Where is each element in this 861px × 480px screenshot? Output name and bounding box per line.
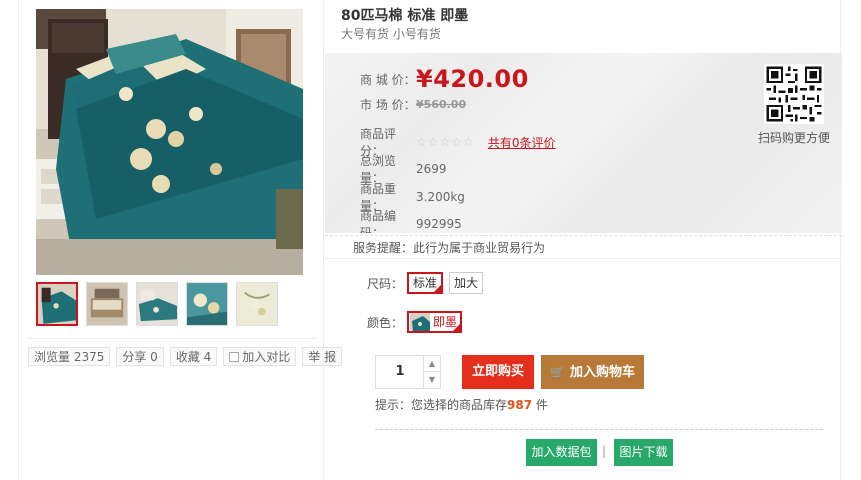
- thumbnail-4[interactable]: [186, 282, 228, 326]
- compare-checkbox[interactable]: [229, 351, 240, 362]
- stock-count: 987: [507, 398, 533, 412]
- quantity-buttons: ▲ ▼: [423, 356, 440, 388]
- product-page: 浏览量 2375 分享 0 收藏 4 加入对比 举 报 80匹马棉 标准 即墨 …: [18, 0, 842, 480]
- star-icon: ☆: [427, 135, 439, 149]
- actions-divider: [375, 429, 823, 430]
- decrement-icon[interactable]: ▼: [424, 372, 440, 388]
- thumbnail-5[interactable]: [236, 282, 278, 326]
- gallery-column: 浏览量 2375 分享 0 收藏 4 加入对比 举 报: [19, 0, 343, 480]
- add-package-button[interactable]: 加入数据包: [526, 439, 597, 466]
- stock-availability: 大号有货 小号有货: [341, 27, 441, 41]
- compare-label: 加入对比: [242, 349, 291, 364]
- buy-now-button[interactable]: 立即购买: [462, 355, 534, 389]
- share-button[interactable]: 分享 0: [116, 347, 164, 366]
- market-price: ¥560.00: [416, 98, 467, 111]
- report-button[interactable]: 举 报: [302, 347, 343, 366]
- compare-toggle[interactable]: 加入对比: [223, 347, 297, 366]
- qr-code: [764, 64, 824, 124]
- stats-bar: 浏览量 2375 分享 0 收藏 4 加入对比 举 报: [28, 347, 343, 366]
- code-value: 992995: [416, 217, 462, 231]
- quantity-input[interactable]: 1: [376, 356, 424, 388]
- qr-caption: 扫码购更方便: [758, 131, 831, 145]
- market-price-label: 市 场 价：: [360, 98, 416, 112]
- star-icon: ☆: [463, 135, 474, 149]
- thumbnail-1[interactable]: [36, 282, 78, 326]
- color-option-jimo[interactable]: 即墨: [407, 311, 463, 333]
- review-link[interactable]: 共有0条评价: [488, 134, 556, 151]
- star-icon: ☆: [439, 135, 451, 149]
- size-label: 尺码：: [367, 276, 404, 291]
- bedding-photo: [36, 9, 303, 275]
- code-label: 商品编码：: [360, 209, 397, 233]
- star-icon: ☆: [451, 135, 463, 149]
- thumbnail-strip: [36, 282, 303, 328]
- market-price-row: 市 场 价： ¥560.00: [360, 96, 466, 113]
- code-row: 商品编码： 992995: [360, 207, 462, 233]
- stock-tip-prefix: 提示：您选择的商品库存: [375, 398, 508, 412]
- stock-tip-suffix: 件: [535, 398, 548, 412]
- increment-icon[interactable]: ▲: [424, 356, 440, 372]
- thumbnail-2[interactable]: [86, 282, 128, 326]
- views-value: 2699: [416, 162, 447, 176]
- thumbnail-3[interactable]: [136, 282, 178, 326]
- rating-stars: ☆ ☆ ☆ ☆ ☆: [416, 135, 474, 149]
- size-option-row: 尺码： 标准 加大: [367, 272, 489, 294]
- color-label: 颜色：: [367, 315, 404, 330]
- service-notice: 服务提醒：此行为属于商业贸易行为: [325, 235, 842, 259]
- star-icon: ☆: [416, 135, 427, 149]
- stats-divider: [27, 338, 317, 339]
- mall-price: ¥420.00: [416, 65, 529, 93]
- add-to-cart-button[interactable]: 🛒 加入购物车: [541, 355, 644, 389]
- color-option-label: 即墨: [433, 315, 458, 329]
- weight-value: 3.200kg: [416, 190, 465, 204]
- mall-price-label: 商 城 价：: [360, 72, 416, 87]
- product-title: 80匹马棉 标准 即墨: [341, 8, 469, 24]
- add-to-cart-label: 加入购物车: [569, 365, 635, 380]
- main-product-image[interactable]: [36, 9, 303, 275]
- color-option-row: 颜色： 即墨: [367, 311, 468, 333]
- size-option-large[interactable]: 加大: [449, 272, 484, 294]
- mall-price-row: 商 城 价： ¥420.00: [360, 65, 529, 93]
- stock-tip: 提示：您选择的商品库存987 件: [375, 396, 548, 413]
- size-option-standard[interactable]: 标准: [407, 272, 444, 294]
- price-panel: 商 城 价： ¥420.00 市 场 价： ¥560.00 商品评分： ☆ ☆ …: [325, 53, 842, 233]
- cart-icon: 🛒: [550, 365, 565, 379]
- download-images-button[interactable]: 图片下载: [614, 439, 673, 466]
- actions-separator: |: [602, 444, 607, 458]
- quantity-stepper: 1 ▲ ▼: [375, 355, 441, 389]
- color-swatch-thumbnail: [410, 313, 430, 331]
- views-stat: 浏览量 2375: [28, 347, 111, 366]
- favorites-button[interactable]: 收藏 4: [169, 347, 218, 366]
